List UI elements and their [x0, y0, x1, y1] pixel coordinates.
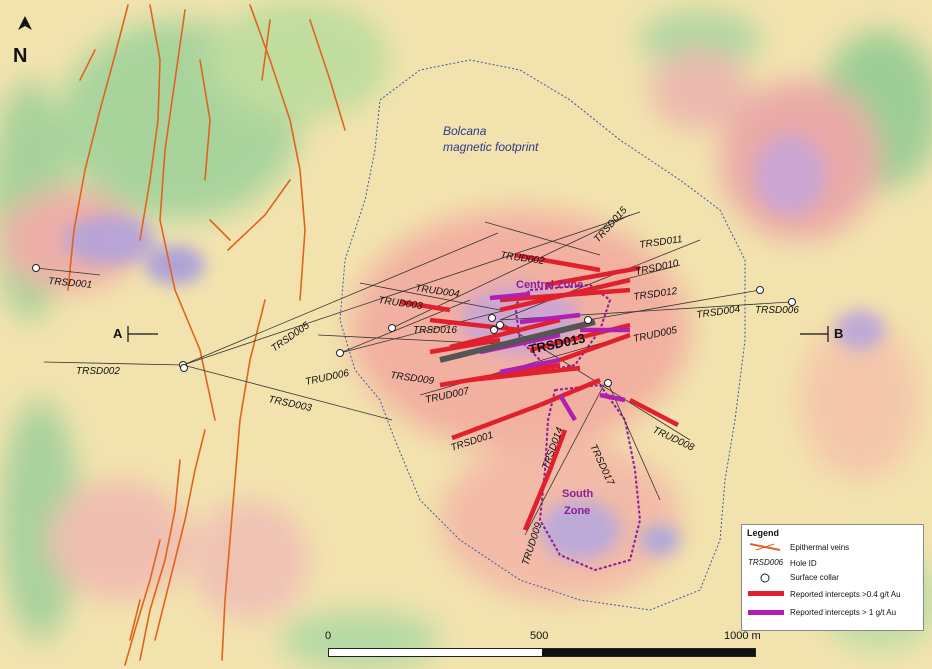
central-zone-label: Central Zone	[516, 279, 583, 291]
legend-title: Legend	[747, 528, 780, 538]
south-zone-label-line1: South	[562, 488, 593, 500]
footprint-label-line2: magnetic footprint	[443, 140, 539, 154]
collar-TRSD014	[604, 379, 612, 387]
scale-label-500: 500	[530, 630, 549, 642]
hole-label: TRSD002	[76, 366, 120, 377]
section-label-a: A	[113, 326, 123, 341]
section-label-b: B	[834, 326, 844, 341]
collar-TRSD002b	[180, 364, 188, 372]
collar-TRSD006-east-1	[756, 286, 764, 294]
hole-label: TRSD006	[755, 305, 799, 316]
footprint-label-line1: Bolcana	[443, 124, 487, 138]
collar-TRUD006	[336, 349, 344, 357]
collar-icon	[760, 573, 770, 583]
purple-bar-icon	[748, 610, 784, 615]
collar-central-3	[496, 321, 504, 329]
legend-label-red: Reported intercepts >0.4 g/t Au	[790, 590, 901, 599]
scale-bar-white	[329, 649, 542, 656]
collar-TRSD013	[584, 316, 592, 324]
south-zone-label-line2: Zone	[564, 505, 590, 517]
collar-TRSD016	[388, 324, 396, 332]
legend-label-veins: Epithermal veins	[790, 543, 850, 552]
legend-label-purple: Reported intercepts > 1 g/t Au	[790, 608, 897, 617]
collar-central-2	[490, 326, 498, 334]
hole-label: TRSD016	[413, 325, 457, 336]
legend-label-hole-id: Hole ID	[790, 559, 817, 568]
legend: Legend Epithermal veins TRSD006 Hole ID …	[741, 524, 924, 631]
scale-bar	[328, 648, 756, 657]
hole-id-sample: TRSD006	[748, 558, 784, 567]
collar-central-1	[488, 314, 496, 322]
north-arrow-label: N	[13, 45, 27, 67]
scale-label-0: 0	[325, 630, 332, 642]
legend-label-collar: Surface collar	[790, 573, 839, 582]
scale-bar-black	[542, 649, 755, 656]
red-bar-icon	[748, 591, 784, 596]
vein-icon	[749, 543, 781, 551]
scale-label-1000: 1000 m	[724, 630, 761, 642]
collar-TRSD001	[32, 264, 40, 272]
